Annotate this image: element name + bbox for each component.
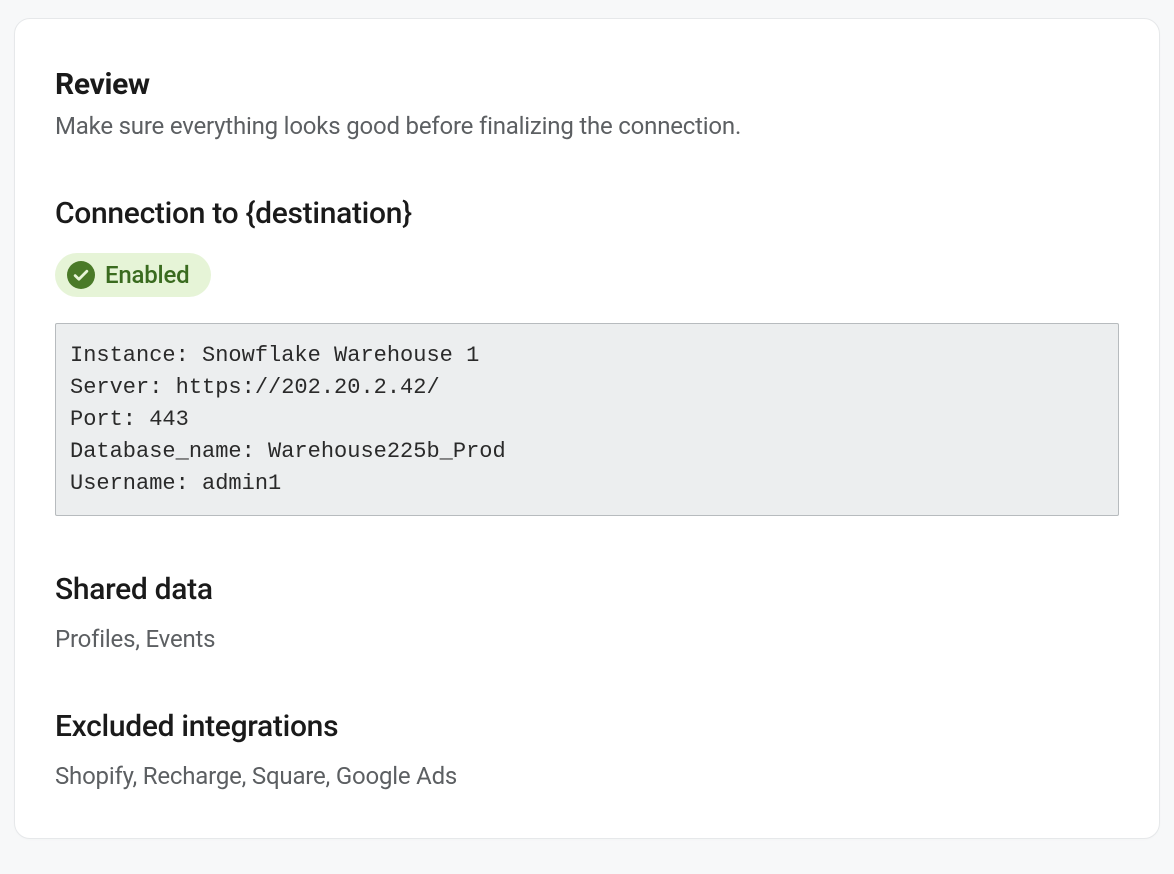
shared-data-list: Profiles, Events bbox=[55, 625, 1119, 653]
check-circle-icon bbox=[67, 261, 95, 289]
excluded-integrations-heading: Excluded integrations bbox=[55, 709, 1119, 744]
connection-heading: Connection to {destination} bbox=[55, 196, 1119, 231]
page-subtitle: Make sure everything looks good before f… bbox=[55, 112, 1119, 140]
review-card: Review Make sure everything looks good b… bbox=[14, 18, 1160, 839]
connection-details-code: Instance: Snowflake Warehouse 1 Server: … bbox=[55, 323, 1119, 516]
page-title: Review bbox=[55, 67, 1119, 102]
status-badge: Enabled bbox=[55, 253, 211, 297]
shared-data-heading: Shared data bbox=[55, 572, 1119, 607]
status-badge-label: Enabled bbox=[105, 261, 189, 289]
excluded-integrations-list: Shopify, Recharge, Square, Google Ads bbox=[55, 762, 1119, 790]
